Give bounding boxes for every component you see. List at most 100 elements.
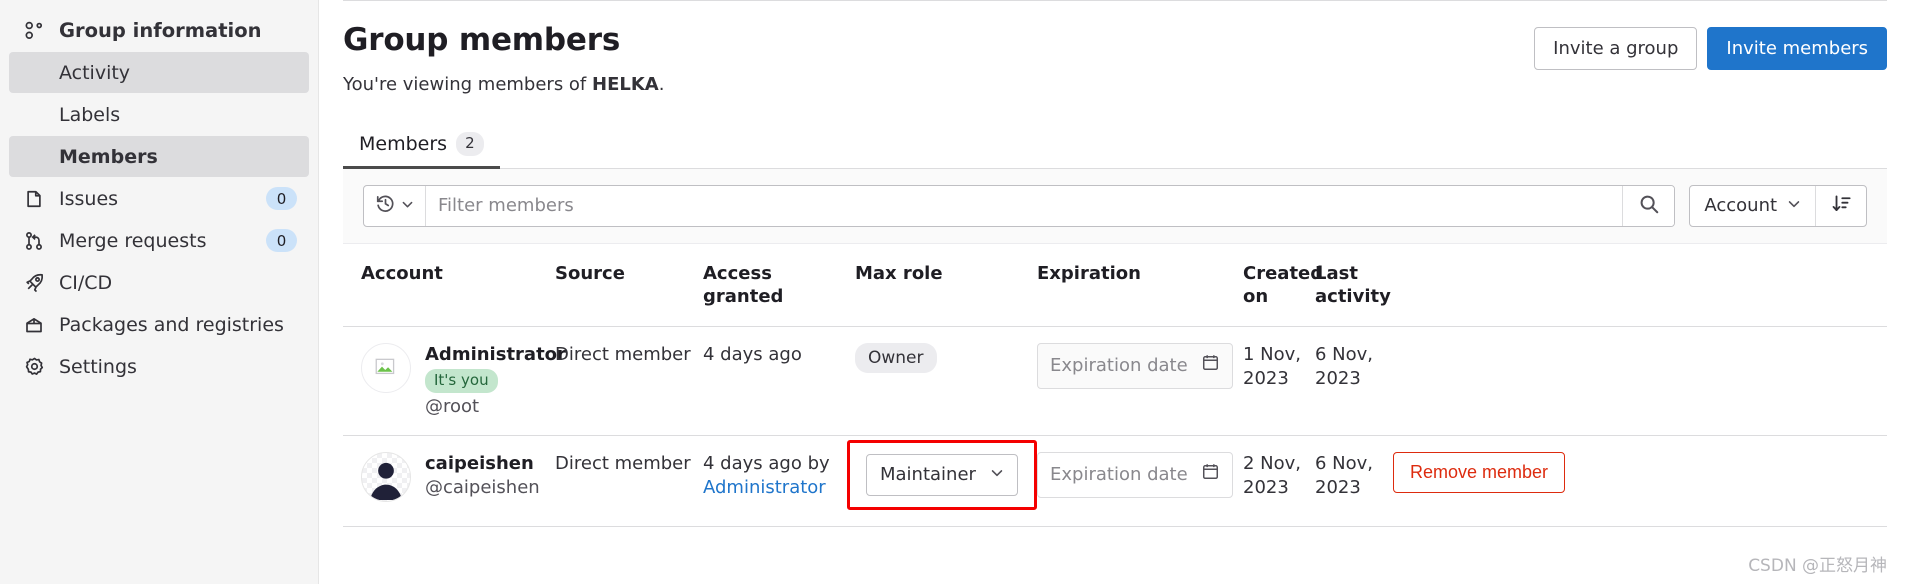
sidebar-item-members[interactable]: Members — [9, 136, 309, 177]
tab-members-count: 2 — [456, 132, 484, 156]
rocket-icon — [21, 271, 47, 295]
column-header-access-granted: Access granted — [703, 243, 855, 327]
page-subtitle-suffix: . — [658, 73, 665, 95]
expiration-date-placeholder: Expiration date — [1050, 464, 1188, 486]
access-granted-text: 4 days ago — [703, 343, 802, 365]
calendar-icon — [1201, 462, 1220, 488]
sort-field-dropdown[interactable]: Account — [1690, 185, 1817, 226]
filter-history-dropdown[interactable] — [364, 185, 426, 226]
sort-direction-button[interactable] — [1816, 186, 1866, 226]
tab-bar: Members 2 — [343, 125, 1888, 169]
page-header: Group members You're viewing members of … — [343, 1, 1888, 95]
column-header-created-on: Created on — [1243, 243, 1323, 327]
sidebar-item-issues[interactable]: Issues 0 — [9, 178, 309, 219]
max-role-value: Maintainer — [880, 464, 976, 486]
sidebar-item-merge-requests[interactable]: Merge requests 0 — [9, 220, 309, 261]
sidebar-item-settings[interactable]: Settings — [9, 346, 309, 387]
table-row: caipeishen @caipeishen Direct member 4 d… — [343, 435, 1888, 527]
max-role-highlight-box: Maintainer — [847, 440, 1037, 510]
page-root: Group information Activity Labels Member… — [0, 0, 1911, 584]
table-header-row: Account Source Access granted Max role E… — [343, 243, 1888, 327]
cell-max-role: Maintainer — [847, 435, 1037, 527]
cell-account: caipeishen @caipeishen — [343, 435, 555, 527]
column-header-source: Source — [555, 243, 703, 327]
sidebar-item-label: Labels — [59, 103, 121, 126]
cell-source: Direct member — [555, 435, 703, 527]
cell-account: Administrator It's you @root — [343, 326, 566, 437]
max-role-badge: Owner — [855, 342, 937, 374]
invite-members-button[interactable]: Invite members — [1707, 27, 1888, 71]
sort-field-label: Account — [1704, 195, 1778, 217]
sidebar-item-label: Issues — [59, 187, 119, 210]
sidebar-item-group-information[interactable]: Group information — [9, 10, 309, 51]
cell-actions — [1393, 326, 1888, 437]
sidebar-item-label: Activity — [59, 61, 131, 84]
expiration-date-input[interactable]: Expiration date — [1037, 452, 1233, 498]
members-table-head: Account Source Access granted Max role E… — [343, 243, 1888, 327]
cell-last-activity: 6 Nov, 2023 — [1315, 435, 1393, 527]
person-avatar-icon — [370, 463, 402, 501]
members-table: Account Source Access granted Max role E… — [343, 243, 1888, 527]
sidebar-badge-issues: 0 — [266, 187, 297, 210]
cell-max-role: Owner — [855, 326, 1037, 437]
merge-request-icon — [21, 229, 47, 253]
account-info: caipeishen @caipeishen — [425, 452, 540, 500]
history-icon — [375, 193, 396, 218]
column-header-actions — [1393, 243, 1888, 327]
cell-source: Direct member — [555, 326, 703, 437]
cell-access-granted: 4 days ago — [703, 326, 855, 437]
account-info: Administrator It's you @root — [425, 343, 566, 419]
sidebar-item-packages-and-registries[interactable]: Packages and registries — [9, 304, 309, 345]
sidebar-item-label: Settings — [59, 355, 137, 378]
sidebar-item-label: CI/CD — [59, 271, 113, 294]
sidebar-item-activity[interactable]: Activity — [9, 52, 309, 93]
members-table-body: Administrator It's you @root Direct memb… — [343, 326, 1888, 527]
filter-members-input[interactable] — [426, 185, 1623, 226]
expiration-date-placeholder: Expiration date — [1050, 354, 1188, 376]
package-icon — [21, 313, 47, 337]
member-handle: @caipeishen — [425, 476, 540, 498]
group-icon — [21, 19, 47, 43]
search-icon — [1638, 193, 1660, 218]
cell-created-on: 2 Nov, 2023 — [1243, 435, 1315, 527]
max-role-dropdown[interactable]: Maintainer — [866, 454, 1018, 496]
avatar — [361, 342, 411, 393]
cell-last-activity: 6 Nov, 2023 — [1315, 326, 1393, 437]
page-subtitle-prefix: You're viewing members of — [343, 73, 592, 95]
remove-member-button[interactable]: Remove member — [1393, 452, 1566, 494]
sidebar-item-label: Group information — [59, 19, 262, 42]
tab-members-label: Members — [359, 133, 448, 155]
page-header-text: Group members You're viewing members of … — [343, 21, 664, 95]
filter-search-box — [363, 184, 1676, 227]
access-granted-text: 4 days ago by — [703, 453, 830, 475]
page-subtitle: You're viewing members of HELKA. — [343, 74, 664, 95]
sidebar-item-labels[interactable]: Labels — [9, 94, 309, 135]
calendar-icon — [1201, 353, 1220, 379]
tab-members[interactable]: Members 2 — [343, 132, 500, 169]
access-granted-by-link[interactable]: Administrator — [703, 477, 826, 498]
expiration-date-input[interactable]: Expiration date — [1037, 342, 1233, 389]
invite-a-group-button[interactable]: Invite a group — [1534, 27, 1698, 71]
sort-controls: Account — [1689, 184, 1868, 227]
header-actions: Invite a group Invite members — [1534, 21, 1888, 71]
cell-created-on: 1 Nov, 2023 — [1243, 326, 1315, 437]
member-name[interactable]: caipeishen — [425, 452, 540, 475]
broken-image-icon — [375, 358, 395, 374]
gear-icon — [21, 355, 47, 379]
chevron-down-icon — [990, 463, 1004, 487]
cell-expiration: Expiration date — [1037, 326, 1243, 437]
filter-toolbar: Account — [343, 168, 1888, 244]
search-button[interactable] — [1622, 185, 1675, 226]
column-header-last-activity: Last activity — [1315, 243, 1393, 327]
sidebar-item-cicd[interactable]: CI/CD — [9, 262, 309, 303]
sidebar-item-label: Merge requests — [59, 229, 207, 252]
column-header-max-role: Max role — [855, 243, 1037, 327]
chevron-down-icon — [1787, 195, 1801, 216]
issues-icon — [21, 187, 47, 211]
sort-descending-icon — [1831, 193, 1852, 218]
cell-access-granted: 4 days ago by Administrator — [703, 435, 855, 527]
member-name[interactable]: Administrator — [425, 343, 566, 366]
sidebar-badge-merge-requests: 0 — [266, 229, 297, 252]
page-subtitle-group-name: HELKA — [592, 73, 659, 95]
cell-actions: Remove member — [1393, 435, 1888, 527]
